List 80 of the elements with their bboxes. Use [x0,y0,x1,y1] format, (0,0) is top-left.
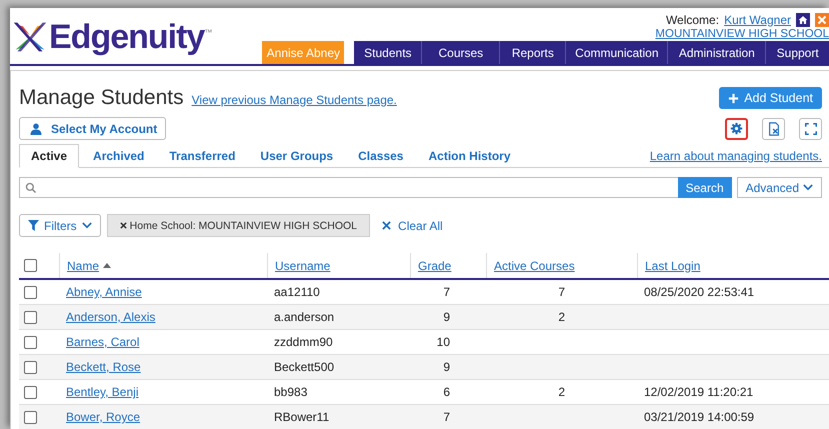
table-cell: a.anderson [274,310,334,324]
page-title: Manage Students [19,86,184,110]
home-icon[interactable] [796,12,810,26]
search-button[interactable]: Search [678,177,732,198]
nav-tab[interactable]: Students [354,41,422,64]
table-cell: RBower11 [274,410,330,424]
row-checkbox[interactable] [24,310,37,324]
table-cell: aa12110 [274,285,320,299]
funnel-icon [28,220,39,231]
previous-page-link[interactable]: View previous Manage Students page. [192,92,397,106]
close-icon[interactable] [815,12,829,26]
filters-button[interactable]: Filters [19,214,101,237]
select-all-checkbox[interactable] [24,259,37,272]
table-cell: 9 [443,360,450,374]
help-link[interactable]: Learn about managing students. [650,149,822,163]
student-name-link[interactable]: Abney, Annise [66,285,142,299]
student-name-link[interactable]: Barnes, Carol [66,335,140,349]
table-cell: 7 [443,410,450,424]
row-checkbox[interactable] [24,386,37,398]
tab[interactable]: Classes [347,145,414,167]
logo-text: Edgenuity [49,18,204,56]
student-name-link[interactable]: Anderson, Alexis [66,310,156,324]
welcome-label: Welcome: [666,12,720,26]
trademark: ™ [204,28,212,37]
nav-tab[interactable]: Communication [565,41,668,64]
column-header[interactable]: Active Courses [494,258,575,272]
column-header[interactable]: Username [275,258,330,272]
close-icon [382,221,392,230]
filter-chip[interactable]: Home School: MOUNTAINVIEW HIGH SCHOOL [106,214,370,237]
row-checkbox[interactable] [24,410,37,424]
fullscreen-icon [804,122,816,134]
school-link[interactable]: MOUNTAINVIEW HIGH SCHOOL [655,28,829,40]
nav-tab[interactable]: Administration [667,41,766,64]
table-cell: 7 [558,285,565,299]
column-header[interactable]: Name [67,258,100,272]
nav-tab[interactable]: Courses [421,41,500,64]
plus-icon [728,92,740,104]
settings-button[interactable] [725,118,748,140]
user-link[interactable]: Kurt Wagner [724,12,791,26]
advanced-button[interactable]: Advanced [736,177,822,198]
document-x-icon [766,122,780,136]
table-cell: zzddmm90 [274,335,333,349]
add-student-button[interactable]: Add Student [719,87,822,109]
tab[interactable]: Transferred [158,145,246,167]
table-cell: Beckett500 [274,360,334,374]
tab[interactable]: Archived [82,145,156,167]
student-name-link[interactable]: Beckett, Rose [66,360,141,374]
person-icon [30,122,42,134]
clear-all-button[interactable]: Clear All [376,218,449,232]
fullscreen-button[interactable] [799,118,822,140]
row-checkbox[interactable] [24,336,37,348]
select-account-button[interactable]: Select My Account [19,117,166,140]
nav-tab[interactable]: Support [765,41,829,64]
student-name-link[interactable]: Bower, Royce [66,410,140,424]
search-icon [25,182,37,194]
chevron-down-icon [803,184,813,191]
remove-icon[interactable] [120,222,127,229]
table-cell: 9 [443,310,450,324]
table-cell: bb983 [274,385,308,399]
table-cell: 2 [558,310,565,324]
table-cell: 2 [558,385,565,399]
tab[interactable]: Active [19,144,80,168]
export-button[interactable] [762,118,785,140]
column-header[interactable]: Grade [418,258,452,272]
row-checkbox[interactable] [24,360,37,374]
nav-tab[interactable]: Reports [499,41,566,64]
settings-icon [730,122,743,135]
table-cell: 08/25/2020 22:53:41 [644,285,754,299]
table-cell: 6 [443,385,450,399]
table-cell: 7 [443,285,450,299]
chevron-down-icon [82,222,92,229]
student-name-link[interactable]: Bentley, Benji [66,385,138,399]
tab[interactable]: Action History [417,145,522,167]
search-field[interactable] [19,177,678,198]
table-cell: 03/21/2019 14:00:59 [644,410,754,424]
row-checkbox[interactable] [24,286,37,298]
tab[interactable]: User Groups [249,145,344,167]
table-cell: 10 [436,335,450,349]
table-cell: 12/02/2019 11:20:21 [644,385,754,399]
column-header[interactable]: Last Login [645,258,700,272]
